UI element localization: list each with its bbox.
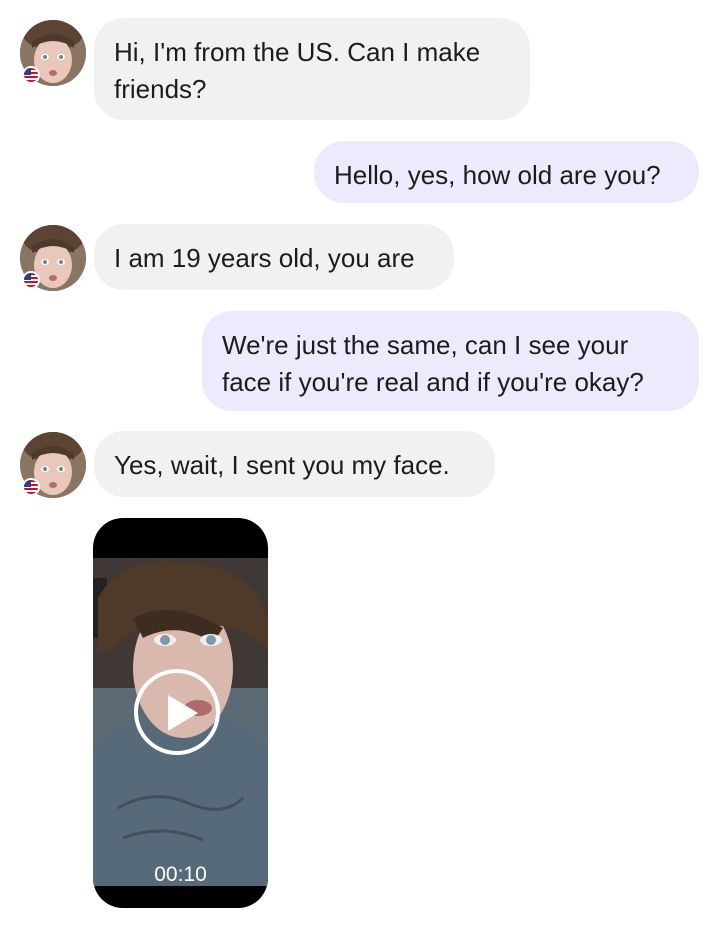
message-bubble-incoming[interactable]: Yes, wait, I sent you my face. — [94, 431, 495, 497]
message-bubble-incoming[interactable]: Hi, I'm from the US. Can I make friends? — [94, 18, 530, 120]
message-row-outgoing: Hello, yes, how old are you? — [0, 141, 720, 205]
message-bubble-outgoing[interactable]: We're just the same, can I see your face… — [202, 311, 699, 411]
us-flag-icon — [22, 271, 40, 289]
chat-screen: { "conversation": { "contact_country_fla… — [0, 0, 720, 926]
message-row-outgoing: We're just the same, can I see your face… — [0, 311, 720, 413]
message-row-incoming: I am 19 years old, you are — [0, 224, 720, 292]
us-flag-icon — [22, 66, 40, 84]
message-bubble-incoming[interactable]: I am 19 years old, you are — [94, 224, 454, 290]
video-message[interactable]: 00:10 — [93, 518, 268, 908]
message-row-incoming: Yes, wait, I sent you my face. — [0, 431, 720, 499]
play-button[interactable] — [134, 669, 220, 755]
video-duration: 00:10 — [154, 863, 207, 886]
message-row-incoming: Hi, I'm from the US. Can I make friends? — [0, 18, 720, 122]
us-flag-icon — [22, 478, 40, 496]
play-icon — [168, 695, 198, 731]
message-bubble-outgoing[interactable]: Hello, yes, how old are you? — [314, 141, 699, 203]
